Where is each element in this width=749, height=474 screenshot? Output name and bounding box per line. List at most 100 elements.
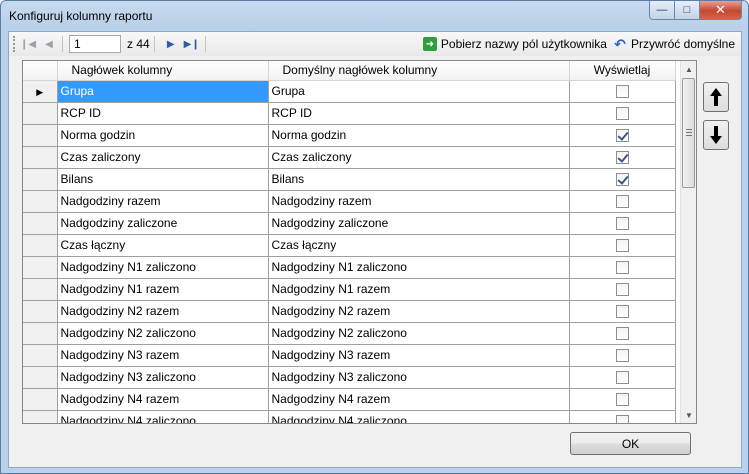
row-header[interactable] xyxy=(23,300,58,323)
row-header[interactable] xyxy=(23,410,58,423)
row-header[interactable] xyxy=(23,366,58,389)
title-bar[interactable]: Konfiguruj kolumny raportu — □ ✕ xyxy=(1,1,748,31)
caption-buttons: — □ ✕ xyxy=(649,1,742,21)
visible-checkbox[interactable] xyxy=(615,129,629,143)
visible-checkbox[interactable] xyxy=(615,85,629,99)
visible-checkbox[interactable] xyxy=(615,393,629,407)
table-row[interactable]: Nadgodziny zaliczone Nadgodziny zaliczone xyxy=(23,212,676,235)
visible-checkbox[interactable] xyxy=(615,151,629,165)
visible-checkbox[interactable] xyxy=(615,195,629,209)
column-header-default-header[interactable]: Domyślny nagłówek kolumny xyxy=(268,61,570,81)
row-header[interactable] xyxy=(23,388,58,411)
cell-header[interactable]: Bilans xyxy=(57,168,269,191)
row-header[interactable] xyxy=(23,146,58,169)
cell-header[interactable]: RCP ID xyxy=(57,102,269,125)
cell-header[interactable]: Nadgodziny N3 zaliczono xyxy=(57,366,269,389)
table-row[interactable]: Nadgodziny N2 zaliczono Nadgodziny N2 zal… xyxy=(23,322,676,345)
cell-default-header: RCP ID xyxy=(268,102,570,125)
row-header[interactable] xyxy=(23,322,58,345)
cell-header[interactable]: Nadgodziny N1 razem xyxy=(57,278,269,301)
row-header[interactable] xyxy=(23,256,58,279)
visible-checkbox[interactable] xyxy=(615,107,629,121)
cell-header[interactable]: Nadgodziny zaliczone xyxy=(57,212,269,235)
move-next-button[interactable]: ▶ xyxy=(162,35,180,53)
minimize-button[interactable]: — xyxy=(649,1,675,20)
move-up-button[interactable] xyxy=(703,82,729,112)
table-row[interactable]: Nadgodziny N2 razem Nadgodziny N2 razem xyxy=(23,300,676,323)
visible-checkbox[interactable] xyxy=(615,349,629,363)
maximize-button[interactable]: □ xyxy=(674,1,700,20)
restore-defaults-button[interactable]: ↶ Przywróć domyślne xyxy=(613,36,735,52)
visible-checkbox[interactable] xyxy=(615,415,629,423)
visible-checkbox[interactable] xyxy=(615,173,629,187)
cell-header[interactable]: Nadgodziny N1 zaliczono xyxy=(57,256,269,279)
position-input[interactable] xyxy=(69,35,121,53)
cell-header[interactable]: Grupa xyxy=(57,80,269,103)
cell-visible xyxy=(569,102,676,125)
row-header[interactable] xyxy=(23,190,58,213)
row-header[interactable] xyxy=(23,234,58,257)
table-row[interactable]: Czas łączny Czas łączny xyxy=(23,234,676,257)
columns-table: Nagłówek kolumny Domyślny nagłówek kolum… xyxy=(23,61,676,423)
table-row[interactable]: ▶ Grupa Grupa xyxy=(23,80,676,103)
fetch-user-fields-button[interactable]: ➜ Pobierz nazwy pól użytkownika xyxy=(422,37,607,51)
vertical-scrollbar[interactable]: ▲ ▼ xyxy=(680,61,696,423)
cell-header[interactable]: Nadgodziny N3 razem xyxy=(57,344,269,367)
table-row[interactable]: Nadgodziny N3 zaliczono Nadgodziny N3 zal… xyxy=(23,366,676,389)
close-button[interactable]: ✕ xyxy=(699,1,742,20)
column-header-header[interactable]: Nagłówek kolumny xyxy=(57,61,269,81)
toolbar-grip[interactable] xyxy=(13,36,16,52)
cell-visible xyxy=(569,124,676,147)
table-row[interactable]: Nadgodziny N4 razem Nadgodziny N4 razem xyxy=(23,388,676,411)
cell-header[interactable]: Czas łączny xyxy=(57,234,269,257)
row-header[interactable] xyxy=(23,102,58,125)
cell-visible xyxy=(569,344,676,367)
move-last-button[interactable]: ▶❙ xyxy=(183,35,201,53)
cell-header[interactable]: Nadgodziny N2 zaliczono xyxy=(57,322,269,345)
table-row[interactable]: Nadgodziny razem Nadgodziny razem xyxy=(23,190,676,213)
cell-visible xyxy=(569,234,676,257)
cell-header[interactable]: Czas zaliczony xyxy=(57,146,269,169)
table-row[interactable]: RCP ID RCP ID xyxy=(23,102,676,125)
cell-visible xyxy=(569,80,676,103)
table-row[interactable]: Nadgodziny N3 razem Nadgodziny N3 razem xyxy=(23,344,676,367)
visible-checkbox[interactable] xyxy=(615,261,629,275)
cell-header[interactable]: Nadgodziny razem xyxy=(57,190,269,213)
scrollbar-thumb[interactable] xyxy=(682,78,695,188)
visible-checkbox[interactable] xyxy=(615,217,629,231)
row-header[interactable] xyxy=(23,278,58,301)
green-arrow-icon: ➜ xyxy=(422,37,437,51)
row-header-corner[interactable] xyxy=(23,61,58,81)
cell-header[interactable]: Nadgodziny N4 razem xyxy=(57,388,269,411)
move-previous-button[interactable]: ◀ xyxy=(40,35,58,53)
table-row[interactable]: Nadgodziny N4 zaliczono Nadgodziny N4 zal… xyxy=(23,410,676,423)
cell-header[interactable]: Norma godzin xyxy=(57,124,269,147)
table-row[interactable]: Norma godzin Norma godzin xyxy=(23,124,676,147)
row-header[interactable]: ▶ xyxy=(23,80,58,103)
scroll-up-button[interactable]: ▲ xyxy=(681,61,696,77)
row-header[interactable] xyxy=(23,212,58,235)
column-header-visible[interactable]: Wyświetlaj xyxy=(569,61,676,81)
move-first-button[interactable]: ❙◀ xyxy=(19,35,37,53)
cell-header[interactable]: Nadgodziny N4 zaliczono xyxy=(57,410,269,423)
scroll-down-button[interactable]: ▼ xyxy=(681,407,696,423)
table-row[interactable]: Czas zaliczony Czas zaliczony xyxy=(23,146,676,169)
cell-visible xyxy=(569,322,676,345)
table-row[interactable]: Nadgodziny N1 zaliczono Nadgodziny N1 zal… xyxy=(23,256,676,279)
visible-checkbox[interactable] xyxy=(615,283,629,297)
table-row[interactable]: Bilans Bilans xyxy=(23,168,676,191)
cell-default-header: Norma godzin xyxy=(268,124,570,147)
columns-grid[interactable]: Nagłówek kolumny Domyślny nagłówek kolum… xyxy=(22,60,697,424)
visible-checkbox[interactable] xyxy=(615,305,629,319)
row-header[interactable] xyxy=(23,168,58,191)
row-header[interactable] xyxy=(23,124,58,147)
table-row[interactable]: Nadgodziny N1 razem Nadgodziny N1 razem xyxy=(23,278,676,301)
cell-default-header: Nadgodziny N2 razem xyxy=(268,300,570,323)
move-down-button[interactable] xyxy=(703,120,729,150)
visible-checkbox[interactable] xyxy=(615,327,629,341)
visible-checkbox[interactable] xyxy=(615,371,629,385)
visible-checkbox[interactable] xyxy=(615,239,629,253)
ok-button[interactable]: OK xyxy=(570,432,691,455)
cell-header[interactable]: Nadgodziny N2 razem xyxy=(57,300,269,323)
row-header[interactable] xyxy=(23,344,58,367)
